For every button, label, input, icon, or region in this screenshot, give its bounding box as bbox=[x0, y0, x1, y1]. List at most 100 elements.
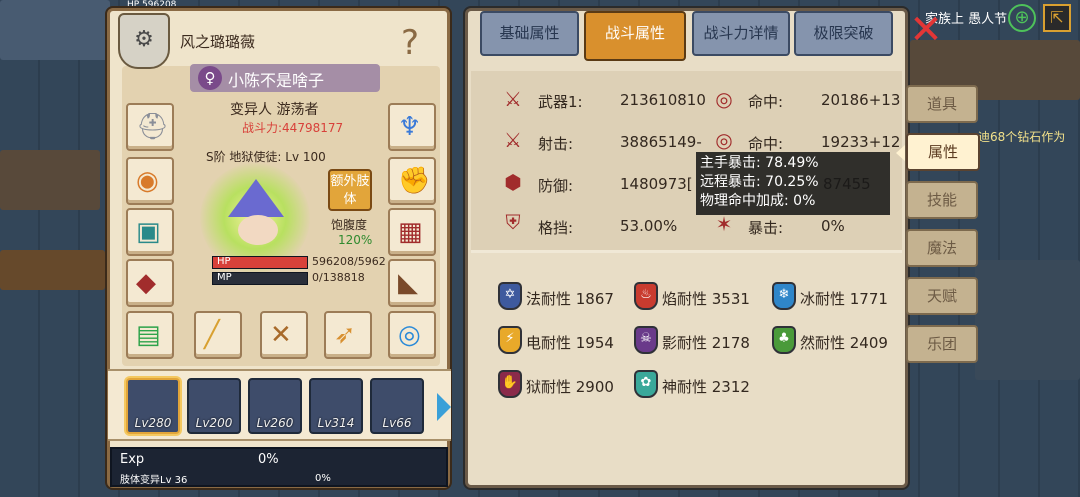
party-member-2[interactable]: Lv200 bbox=[187, 378, 241, 434]
target-icon: ◎ bbox=[715, 128, 733, 152]
accuracy2-label: 命中: bbox=[748, 135, 784, 153]
accessory-slot[interactable]: ▤ bbox=[126, 311, 174, 359]
resistance-value: 冰耐性 1771 bbox=[800, 290, 888, 308]
resistance-value: 法耐性 1867 bbox=[526, 290, 614, 308]
hp-label: HP bbox=[217, 256, 231, 267]
notice-text: 迪68个钻石作为 bbox=[978, 130, 1066, 144]
close-icon[interactable]: ✕ bbox=[908, 10, 944, 50]
resistance-value: 焰耐性 3531 bbox=[662, 290, 750, 308]
accuracy2-value: 19233+12 bbox=[821, 133, 901, 151]
party-member-1[interactable]: Lv280 bbox=[126, 378, 180, 434]
tab-combat-attributes[interactable]: 战斗属性 bbox=[584, 11, 686, 61]
weapon-slot-2[interactable]: ✕ bbox=[260, 311, 308, 359]
side-menu-6[interactable]: 乐团 bbox=[906, 325, 978, 363]
resistance-icon: ❄ bbox=[772, 282, 796, 310]
tab-power-details[interactable]: 战斗力详情 bbox=[692, 11, 790, 56]
limb-mutation-label: 肢体变异Lv 36 bbox=[120, 475, 188, 486]
weapon1-label: 武器1: bbox=[538, 93, 583, 111]
shield-crest-icon: ⚙ bbox=[118, 13, 170, 69]
side-menu-3[interactable]: 技能 bbox=[906, 181, 978, 219]
resistance-icon: ♨ bbox=[634, 282, 658, 310]
amulet-icon: ◉ bbox=[136, 166, 159, 196]
helmet-slot[interactable]: ⛑ bbox=[126, 103, 174, 151]
side-menu-2[interactable]: 属性 bbox=[906, 133, 980, 171]
party-member-3[interactable]: Lv260 bbox=[248, 378, 302, 434]
shoot-value: 38865149- bbox=[620, 133, 702, 151]
defense-icon: ⬢ bbox=[504, 170, 522, 194]
crit-value: 0% bbox=[821, 217, 845, 235]
resistance-value: 然耐性 2409 bbox=[800, 334, 888, 352]
device-icon: ▤ bbox=[136, 320, 161, 350]
weapon-slot-3[interactable]: ➶ bbox=[324, 311, 372, 359]
party-member-4[interactable]: Lv314 bbox=[309, 378, 363, 434]
tooltip-line-1: 主手暴击: 78.49% bbox=[700, 155, 819, 171]
charm-slot[interactable]: ♆ bbox=[388, 103, 436, 151]
party-member-level: Lv260 bbox=[256, 416, 294, 430]
cloak-icon: ◆ bbox=[136, 268, 156, 298]
tab-limit-break[interactable]: 极限突破 bbox=[794, 11, 893, 56]
accuracy1-value: 20186+13 bbox=[821, 91, 901, 109]
resistance-icon: ⚡ bbox=[498, 326, 522, 354]
resistance-icon: ✿ bbox=[634, 370, 658, 398]
shoot-label: 射击: bbox=[538, 135, 574, 153]
ring-slot[interactable]: ◎ bbox=[388, 311, 436, 359]
ring-icon: ◎ bbox=[398, 320, 421, 350]
party-member-5[interactable]: Lv66 bbox=[370, 378, 424, 434]
block-icon: ⛨ bbox=[505, 210, 521, 234]
satiety-label: 饱腹度 bbox=[331, 218, 368, 232]
weapon-slot-1[interactable]: ╱ bbox=[194, 311, 242, 359]
limb-mutation-value: 0% bbox=[315, 473, 331, 484]
defense-label: 防御: bbox=[538, 177, 574, 195]
sword-icon: ✕ bbox=[270, 320, 292, 350]
accuracy1-label: 命中: bbox=[748, 93, 784, 111]
armor-icon: ▣ bbox=[136, 217, 161, 247]
bow-icon: ➶ bbox=[334, 320, 356, 350]
cloak-slot[interactable]: ◆ bbox=[126, 259, 174, 307]
block-label: 格挡: bbox=[538, 219, 574, 237]
party-next-arrow-icon[interactable] bbox=[437, 393, 451, 421]
character-class: 变异人 游荡者 bbox=[230, 102, 319, 118]
party-member-level: Lv200 bbox=[195, 416, 233, 430]
player-name: 小陈不是啥子 bbox=[228, 71, 325, 90]
satiety-value: 120% bbox=[338, 233, 373, 247]
party-member-level: Lv66 bbox=[382, 416, 412, 430]
resistance-value: 神耐性 2312 bbox=[662, 378, 750, 396]
defense-value: 1480973[ bbox=[620, 175, 693, 193]
side-menu-5[interactable]: 天赋 bbox=[906, 277, 978, 315]
extra-limb-button[interactable]: 额外肢体 bbox=[328, 169, 372, 211]
side-menu-4[interactable]: 魔法 bbox=[906, 229, 978, 267]
crit-tooltip: 主手暴击: 78.49% 远程暴击: 70.25% 物理命中加成: 0% bbox=[696, 152, 890, 215]
helmet-icon: ⛑ bbox=[136, 112, 170, 142]
mp-value: 0/138818 bbox=[312, 271, 365, 284]
mp-bar: MP bbox=[212, 272, 308, 285]
weapon-icon: ⚔ bbox=[504, 87, 522, 111]
stats-panel: 基础属性 战斗属性 战斗力详情 极限突破 ⚔ 武器1: 213610810 ◎ … bbox=[465, 8, 908, 488]
boots-slot[interactable]: ◣ bbox=[388, 259, 436, 307]
exit-icon[interactable]: ⇱ bbox=[1043, 4, 1071, 32]
amulet-slot[interactable]: ◉ bbox=[126, 157, 174, 205]
power-value: 战斗力:44798177 bbox=[242, 121, 344, 135]
crit-label: 暴击: bbox=[748, 219, 784, 237]
hp-bar: HP bbox=[212, 256, 308, 269]
resistance-icon: ✡ bbox=[498, 282, 522, 310]
weapon1-value: 213610810 bbox=[620, 91, 706, 109]
mp-label: MP bbox=[217, 272, 232, 283]
character-name: 风之璐璐薇 bbox=[180, 33, 256, 51]
resistance-value: 电耐性 1954 bbox=[526, 334, 614, 352]
resistance-value: 狱耐性 2900 bbox=[526, 378, 614, 396]
gloves-slot[interactable]: ✊ bbox=[388, 157, 436, 205]
chest-slot[interactable]: ▦ bbox=[388, 208, 436, 256]
hanger-icon[interactable]: ? bbox=[380, 19, 440, 67]
globe-icon[interactable]: ⊕ bbox=[1008, 4, 1036, 32]
tooltip-line-3: 物理命中加成: 0% bbox=[700, 193, 816, 209]
tab-basic-attributes[interactable]: 基础属性 bbox=[480, 11, 579, 56]
resistance-value: 影耐性 2178 bbox=[662, 334, 750, 352]
chest-icon: ▦ bbox=[398, 217, 423, 247]
character-face-sprite bbox=[238, 215, 278, 245]
target-icon: ◎ bbox=[715, 87, 733, 111]
block-value: 53.00% bbox=[620, 217, 678, 235]
boots-icon: ◣ bbox=[398, 268, 418, 298]
side-menu-1[interactable]: 道具 bbox=[906, 85, 978, 123]
armor-slot[interactable]: ▣ bbox=[126, 208, 174, 256]
tooltip-line-2: 远程暴击: 70.25% bbox=[700, 174, 819, 190]
